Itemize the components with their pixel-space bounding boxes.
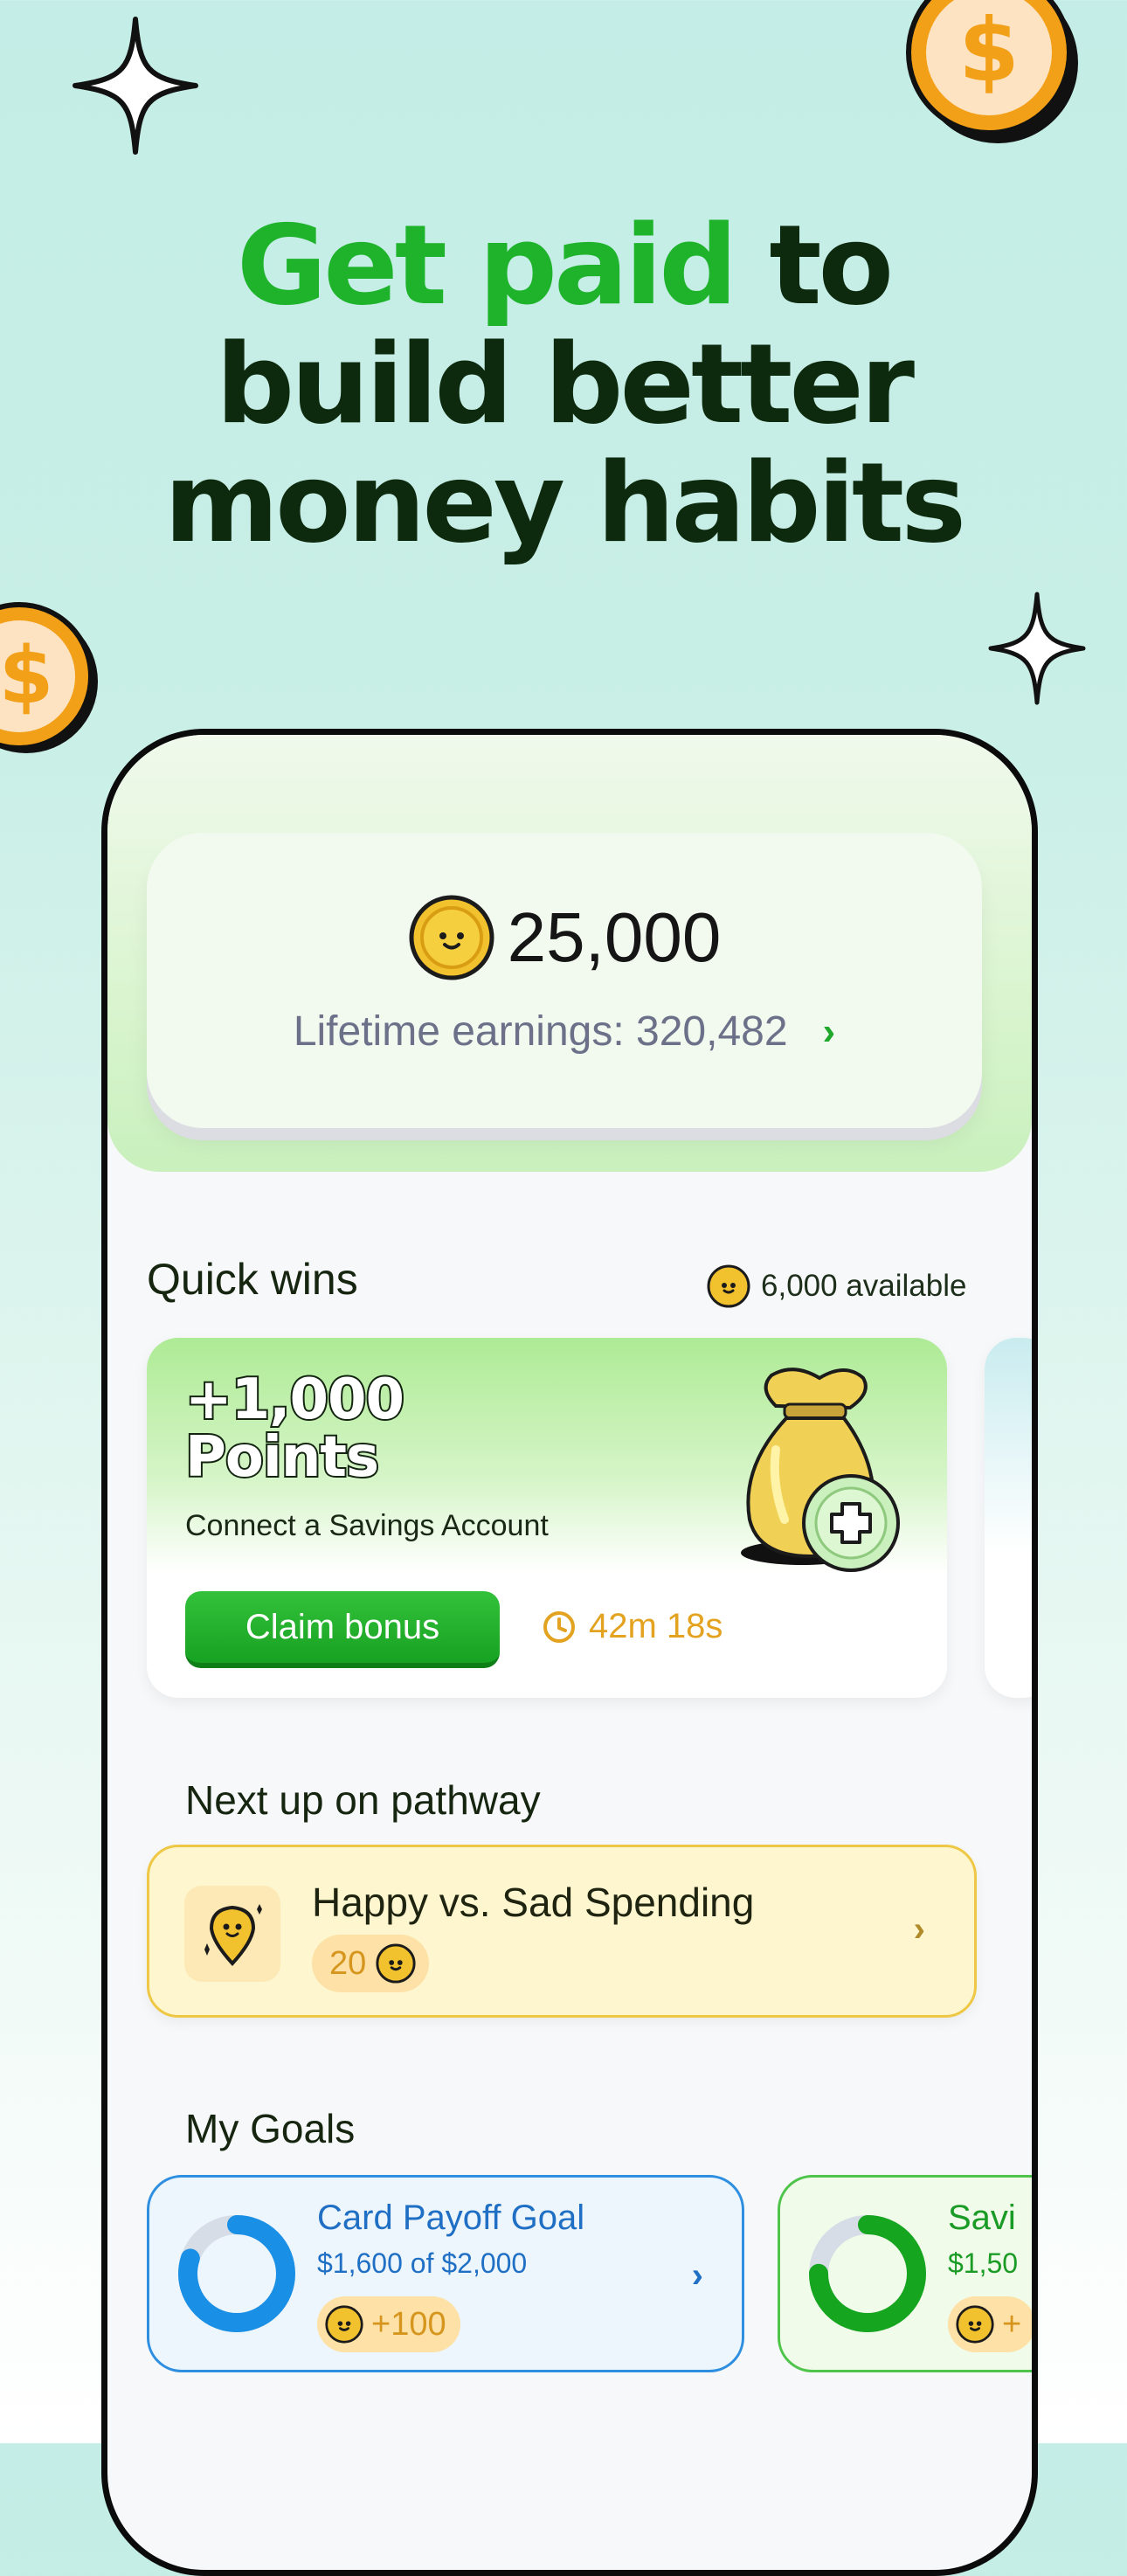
claim-bonus-button[interactable]: Claim bonus [185,1591,500,1668]
lifetime-earnings-link[interactable]: Lifetime earnings: 320,482 › [147,1008,982,1056]
quick-wins-title: Quick wins [147,1255,358,1304]
headline-line1: to [769,201,894,329]
smiley-coin-icon [707,1264,750,1308]
headline: Get paid to build better money habits [0,206,1127,563]
goal-reward-badge: + [948,2296,1032,2352]
goals-title: My Goals [185,2106,356,2151]
dollar-coin-icon: $ [906,0,1078,143]
balance-row: 25,000 [147,894,982,981]
svg-text:$: $ [958,0,1020,101]
pathway-title: Next up on pathway [185,1777,541,1823]
headline-accent: Get paid [236,201,738,329]
phone-mockup: 25,000 Lifetime earnings: 320,482 › Quic… [101,729,1038,2576]
pathway-item-title: Happy vs. Sad Spending [312,1880,755,1925]
goal-amount: $1,600 of $2,000 [317,2247,528,2279]
goal-reward: +100 [371,2305,446,2343]
svg-text:$: $ [0,630,53,722]
pathway-icon [184,1886,280,1982]
clock-icon [543,1610,575,1643]
goal-name: Savi [948,2199,1016,2237]
points-amount: +1,000 [183,1368,406,1432]
sparkle-icon [988,592,1086,705]
smiley-coin-icon [956,2305,994,2344]
goal-card[interactable]: Savi $1,50 + [778,2175,1032,2372]
countdown-timer: 42m 18s [542,1607,723,1646]
headline-line3: money habits [163,439,966,567]
goal-reward: + [1002,2305,1022,2343]
pathway-points: 20 [329,1944,367,1982]
chevron-right-icon: › [691,2256,703,2295]
next-quick-win-card[interactable] [985,1338,1032,1698]
pathway-item[interactable]: Happy vs. Sad Spending 20 › [147,1845,977,2018]
goal-reward-badge: +100 [317,2296,460,2352]
points-balance: 25,000 [507,898,722,976]
sparkle-icon [73,17,198,155]
goal-name: Card Payoff Goal [317,2199,585,2237]
dollar-coin-icon: $ [0,602,98,753]
location-pin-icon [204,1904,262,1966]
headline-line2: build better [215,320,915,448]
lifetime-earnings-label: Lifetime earnings: 320,482 [293,1008,788,1055]
available-label: 6,000 available [761,1269,967,1303]
pathway-points-badge: 20 [312,1935,430,1992]
quick-win-subtitle: Connect a Savings Account [185,1509,549,1542]
goal-amount: $1,50 [948,2247,1019,2279]
balance-card[interactable]: 25,000 Lifetime earnings: 320,482 › [147,833,982,1128]
points-word: Points [183,1425,381,1490]
smiley-coin-icon [325,2305,363,2344]
chevron-right-icon: › [822,1009,836,1053]
timer-value: 42m 18s [589,1607,723,1645]
chevron-right-icon: › [913,1910,925,1949]
goal-progress-ring [178,2215,295,2332]
available-points: 6,000 available [707,1264,966,1308]
smiley-coin-icon [409,895,494,980]
goal-card[interactable]: Card Payoff Goal $1,600 of $2,000 +100 › [147,2175,744,2372]
smiley-coin-icon [376,1943,416,1984]
goal-progress-ring [809,2215,926,2332]
points-reward: +1,000 Points [183,1368,406,1490]
quick-win-card[interactable]: +1,000 Points Connect a Savings Account … [147,1338,947,1698]
money-bag-icon [741,1368,900,1572]
